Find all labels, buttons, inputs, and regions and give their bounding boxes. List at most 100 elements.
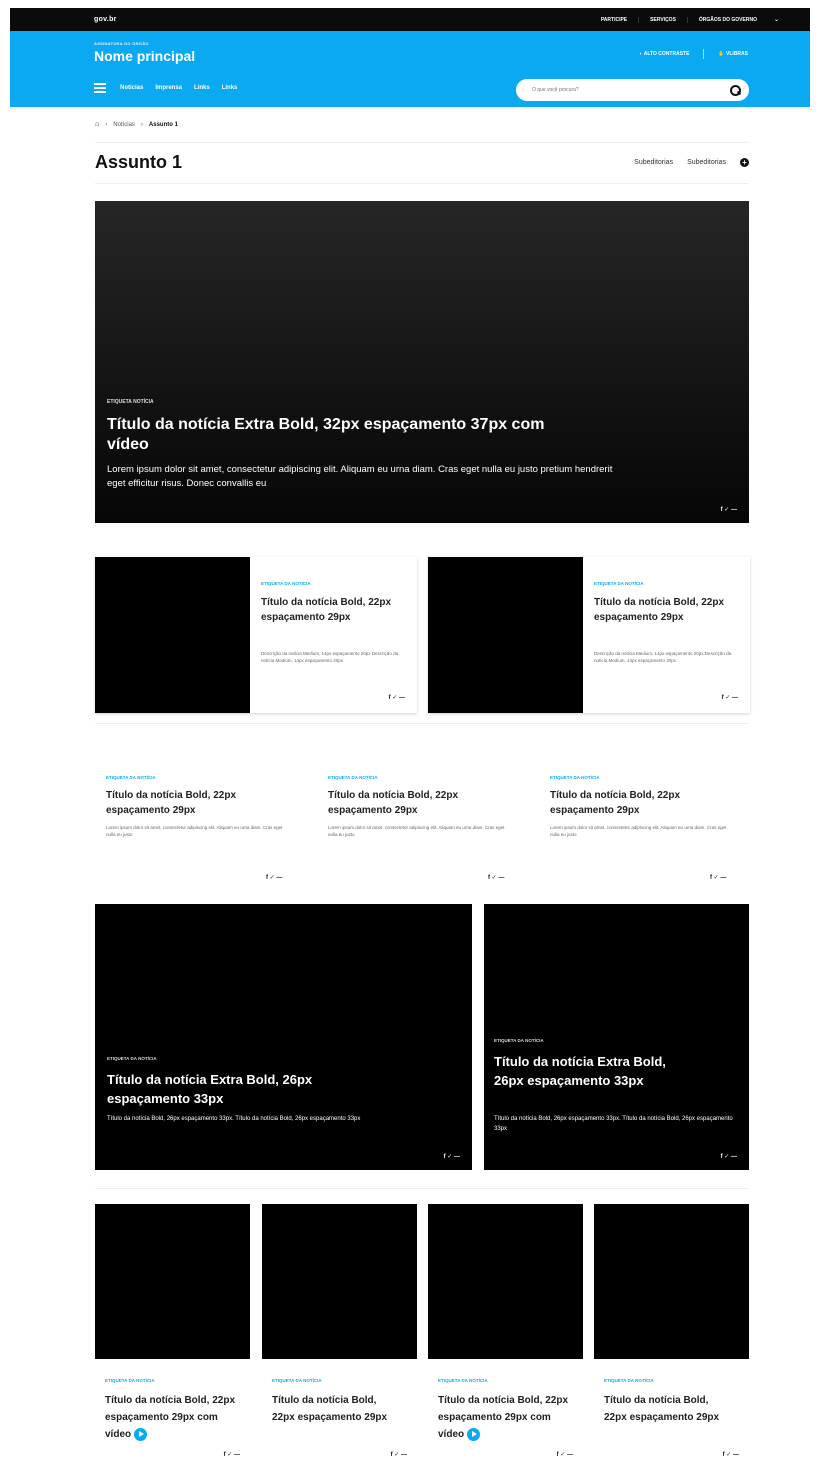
search-input[interactable] bbox=[532, 87, 729, 93]
news-title-text: Título da notícia Bold, 22px espaçamento… bbox=[105, 1395, 236, 1440]
news-card[interactable]: ETIQUETA DA NOTÍCIA Título da notícia Bo… bbox=[328, 775, 518, 838]
share-icons[interactable]: f ✓ — bbox=[266, 874, 282, 881]
play-icon[interactable] bbox=[467, 1427, 481, 1441]
high-contrast-link[interactable]: ◐ ALTO CONTRASTE bbox=[640, 51, 690, 57]
featured-tag: ETIQUETA DA NOTÍCIA bbox=[494, 1038, 544, 1043]
news-card[interactable]: ETIQUETA DA NOTÍCIA Título da notícia Bo… bbox=[262, 1204, 417, 1458]
news-title[interactable]: Título da notícia Bold, 22px espaçamento… bbox=[105, 1392, 245, 1443]
plus-icon[interactable]: + bbox=[740, 158, 749, 167]
share-icons[interactable]: f ✓ — bbox=[721, 1153, 737, 1160]
divider bbox=[95, 1188, 749, 1189]
vlibras-label: VLIBRAS bbox=[726, 51, 748, 57]
divider bbox=[95, 723, 749, 724]
page-title: Assunto 1 bbox=[95, 152, 183, 172]
breadcrumb-current: Assunto 1 bbox=[148, 121, 178, 128]
nav-item-links-2[interactable]: Links bbox=[222, 85, 238, 91]
site-subtitle: ASSINATURA DO ÓRGÃO bbox=[94, 41, 149, 46]
news-description: Descrição da notícia Medium, 14px espaça… bbox=[594, 651, 732, 663]
main-nav: Notícias Imprensa Links Links bbox=[120, 85, 237, 91]
vlibras-link[interactable]: ✋ VLIBRAS bbox=[718, 51, 748, 57]
share-icons[interactable]: f ✓ — bbox=[389, 694, 405, 701]
news-tag: ETIQUETA DA NOTÍCIA bbox=[550, 775, 600, 780]
hamburger-menu-icon[interactable] bbox=[94, 83, 106, 93]
news-image bbox=[428, 1204, 583, 1359]
breadcrumb-sep: › bbox=[105, 121, 108, 128]
news-card[interactable]: ETIQUETA DA NOTÍCIA Título da notícia Bo… bbox=[550, 775, 740, 838]
news-description: Lorem ipsum dolor sit amet, consectetur … bbox=[328, 825, 505, 837]
news-tag: ETIQUETA DA NOTÍCIA bbox=[272, 1378, 322, 1383]
search-icon[interactable] bbox=[729, 84, 741, 96]
news-title[interactable]: Título da notícia Bold, 22px espaçamento… bbox=[106, 788, 296, 818]
hero-card[interactable]: ETIQUETA NOTÍCIA Título da notícia Extra… bbox=[95, 201, 749, 523]
news-title[interactable]: Título da notícia Bold, 22px espaçamento… bbox=[550, 788, 740, 818]
accessibility-links: ◐ ALTO CONTRASTE ✋ VLIBRAS bbox=[640, 49, 748, 59]
news-image bbox=[95, 1204, 250, 1359]
home-icon[interactable]: ⌂ bbox=[95, 121, 99, 128]
featured-description: Título da notícia Bold, 26px espaçamento… bbox=[107, 1116, 361, 1122]
breadcrumb-sep: › bbox=[140, 121, 143, 128]
share-icons[interactable]: f ✓ — bbox=[723, 1451, 739, 1458]
divider bbox=[703, 49, 705, 59]
high-contrast-label: ALTO CONTRASTE bbox=[643, 51, 690, 57]
share-icons[interactable]: f ✓ — bbox=[391, 1451, 407, 1458]
featured-tag: ETIQUETA DA NOTÍCIA bbox=[107, 1056, 157, 1061]
news-card[interactable]: ETIQUETA DA NOTÍCIA Título da notícia Bo… bbox=[95, 557, 417, 713]
featured-description: Título da notícia Bold, 26px espaçamento… bbox=[494, 1116, 733, 1132]
site-header: ASSINATURA DO ÓRGÃO Nome principal ◐ ALT… bbox=[10, 31, 810, 107]
news-card[interactable]: ETIQUETA DA NOTÍCIA Título da notícia Bo… bbox=[428, 1204, 583, 1458]
news-card[interactable]: ETIQUETA DA NOTÍCIA Título da notícia Bo… bbox=[95, 1204, 250, 1458]
site-title[interactable]: Nome principal bbox=[94, 48, 195, 64]
divider bbox=[95, 142, 749, 143]
news-description: Lorem ipsum dolor sit amet, consectetur … bbox=[106, 825, 283, 837]
subeditorias-nav: Subeditorias Subeditorias + bbox=[634, 158, 749, 167]
news-tag: ETIQUETA DA NOTÍCIA bbox=[106, 775, 156, 780]
news-image bbox=[95, 557, 250, 713]
share-icons[interactable]: f ✓ — bbox=[722, 694, 738, 701]
news-tag: ETIQUETA DA NOTÍCIA bbox=[438, 1378, 488, 1383]
search-box bbox=[516, 79, 749, 101]
featured-title[interactable]: Título da notícia Extra Bold, 26px espaç… bbox=[494, 1052, 684, 1090]
news-card[interactable]: ETIQUETA DA NOTÍCIA Título da notícia Bo… bbox=[594, 1204, 749, 1458]
share-icons[interactable]: f ✓ — bbox=[710, 874, 726, 881]
news-image bbox=[428, 557, 583, 713]
news-title[interactable]: Título da notícia Bold, 22px espaçamento… bbox=[272, 1392, 390, 1426]
news-card[interactable]: ETIQUETA DA NOTÍCIA Título da notícia Bo… bbox=[428, 557, 750, 713]
hero-title[interactable]: Título da notícia Extra Bold, 32px espaç… bbox=[107, 415, 547, 455]
news-tag: ETIQUETA DA NOTÍCIA bbox=[105, 1378, 155, 1383]
top-link-orgaos[interactable]: ÓRGÃOS DO GOVERNO bbox=[686, 16, 768, 23]
share-icons[interactable]: f ✓ — bbox=[224, 1451, 240, 1458]
share-icons[interactable]: f ✓ — bbox=[557, 1451, 573, 1458]
hero-description: Lorem ipsum dolor sit amet, consectetur … bbox=[107, 464, 613, 489]
nav-item-noticias[interactable]: Notícias bbox=[120, 85, 143, 91]
top-link-servicos[interactable]: SERVIÇOS bbox=[638, 16, 687, 23]
news-title[interactable]: Título da notícia Bold, 22px espaçamento… bbox=[594, 595, 744, 625]
news-image bbox=[594, 1204, 749, 1359]
share-icons[interactable]: f ✓ — bbox=[721, 506, 737, 513]
news-image bbox=[262, 1204, 417, 1359]
hero-tag: ETIQUETA NOTÍCIA bbox=[107, 399, 154, 405]
news-title[interactable]: Título da notícia Bold, 22px espaçamento… bbox=[328, 788, 518, 818]
featured-title[interactable]: Título da notícia Extra Bold, 26px espaç… bbox=[107, 1070, 367, 1108]
news-title[interactable]: Título da notícia Bold, 22px espaçamento… bbox=[438, 1392, 578, 1443]
chevron-down-icon[interactable]: ⌄ bbox=[768, 16, 790, 23]
nav-item-imprensa[interactable]: Imprensa bbox=[155, 85, 182, 91]
news-title-text: Título da notícia Bold, 22px espaçamento… bbox=[438, 1395, 569, 1440]
govbr-logo[interactable]: gov.br bbox=[94, 16, 117, 23]
featured-card[interactable]: ETIQUETA DA NOTÍCIA Título da notícia Ex… bbox=[95, 904, 472, 1170]
share-icons[interactable]: f ✓ — bbox=[444, 1153, 460, 1160]
news-title[interactable]: Título da notícia Bold, 22px espaçamento… bbox=[261, 595, 411, 625]
share-icons[interactable]: f ✓ — bbox=[488, 874, 504, 881]
top-link-participe[interactable]: PARTICIPE bbox=[590, 17, 638, 23]
breadcrumb-item-noticias[interactable]: Notícias bbox=[113, 122, 135, 128]
news-card[interactable]: ETIQUETA DA NOTÍCIA Título da notícia Bo… bbox=[106, 775, 296, 838]
top-bar: gov.br PARTICIPE SERVIÇOS ÓRGÃOS DO GOVE… bbox=[10, 8, 810, 31]
news-description: Descrição da notícia Medium, 14px espaça… bbox=[261, 651, 399, 663]
news-title[interactable]: Título da notícia Bold, 22px espaçamento… bbox=[604, 1392, 722, 1426]
news-tag: ETIQUETA DA NOTÍCIA bbox=[261, 581, 311, 586]
subeditoria-link-2[interactable]: Subeditorias bbox=[687, 159, 726, 166]
nav-item-links[interactable]: Links bbox=[194, 85, 210, 91]
subeditoria-link-1[interactable]: Subeditorias bbox=[634, 159, 673, 166]
divider bbox=[95, 183, 749, 184]
play-icon[interactable] bbox=[134, 1427, 148, 1441]
featured-card[interactable]: ETIQUETA DA NOTÍCIA Título da notícia Ex… bbox=[484, 904, 749, 1170]
